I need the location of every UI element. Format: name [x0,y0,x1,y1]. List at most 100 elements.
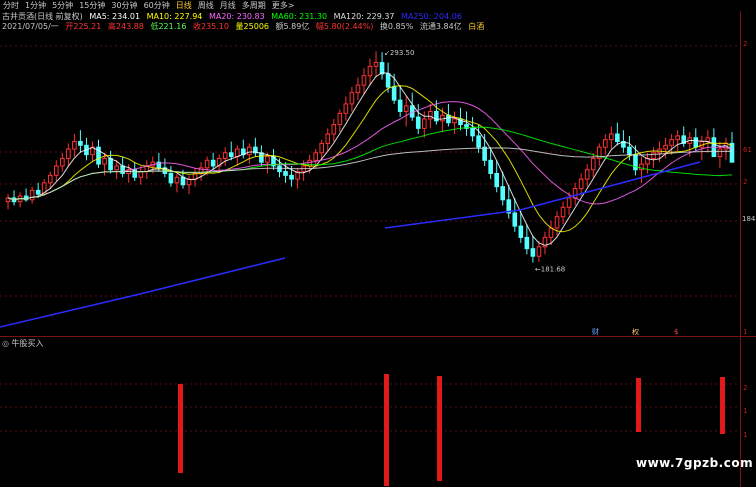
ma60-value: MA60: 231.30 [271,12,328,21]
candle [524,224,530,255]
amount-value: 额5.89亿 [275,22,310,31]
axis-label: 1 [743,328,748,336]
candle [494,160,500,193]
candle [530,235,536,263]
tab-9[interactable]: 多周期 [239,0,269,11]
candle [228,141,234,161]
candle [222,147,228,166]
axis-label: 2 [743,178,748,186]
axis-label: 184 [742,215,756,223]
tab-7[interactable]: 周线 [195,0,217,11]
tab-6[interactable]: 日线 [173,0,195,11]
candle [675,130,680,151]
candle [168,165,174,187]
ma10-value: MA10: 227.94 [146,12,203,21]
candle [584,164,590,187]
candle [198,162,204,181]
signal-chart[interactable] [0,348,740,487]
buy-signal-bar [437,376,442,481]
change-value: 幅5.80(2.44%) [315,22,374,31]
candle [11,190,17,206]
candle [295,167,300,189]
candle [138,165,144,185]
candle [174,173,180,193]
candlestick-chart[interactable]: ↙293.50 ←181.68 财 权 $ [0,32,740,337]
tab-2[interactable]: 5分钟 [49,0,76,11]
watermark: www.7gpzb.com [636,456,754,470]
candle [554,211,560,236]
ma20-value: MA20: 230.83 [208,12,265,21]
candle [609,126,614,150]
tab-10[interactable]: 更多> [269,0,298,11]
candle [542,231,548,255]
candle [355,77,361,101]
candle [464,111,469,136]
stock-name: 古井贡酒(日线 前复权) [2,12,83,21]
candle [253,137,258,157]
candle [53,160,59,181]
candle [108,150,113,174]
sub-panel-name: 牛股买入 [11,339,44,348]
candle [337,109,343,133]
tab-0[interactable]: 分时 [0,0,22,11]
date-value: 2021/07/05/一 [2,22,59,31]
candle [78,130,83,153]
indicator-icon: ◎ [2,339,9,348]
sub-axis-label: 2 [743,384,748,392]
candle [72,134,77,157]
right-price-axis: 2 61 2 184 1 2 1 1 [741,0,756,487]
candle [615,122,620,146]
candle [645,152,650,174]
candle [367,58,373,86]
event-marker: 权 [632,327,639,336]
ma120-value: MA120: 229.37 [333,12,395,21]
candle [373,51,379,78]
candle [651,147,656,168]
candle [681,126,687,148]
low-value: 低221.16 [150,22,187,31]
float-value: 流通3.84亿 [419,22,462,31]
panel-divider [0,336,756,337]
candle [90,141,95,163]
candle [210,152,216,170]
candle [415,103,421,134]
candle [349,87,355,112]
buy-signal-bar [720,377,725,434]
candle [17,192,23,208]
ma-line-ma250 [384,161,701,229]
candle [186,175,192,195]
axis-label: 2 [743,40,748,48]
candle [144,160,150,180]
candle [240,139,246,159]
candle [114,160,119,180]
open-value: 开225.21 [65,22,102,31]
tab-3[interactable]: 15分钟 [76,0,108,11]
candle [711,128,717,158]
ma5-value: MA5: 234.01 [89,12,141,21]
candle [96,139,101,168]
close-value: 收235.10 [193,22,229,31]
candle [331,118,337,142]
candle [452,111,457,134]
candle [5,194,11,210]
candle [729,132,735,163]
event-marker: 财 [592,327,599,336]
period-toolbar: 分时 1分钟 5分钟 15分钟 30分钟 60分钟 日线 周线 月线 多周期 更多> [0,0,756,11]
volume-value: 量25006 [235,22,269,31]
ma-line-ma250 [0,257,286,328]
tab-1[interactable]: 1分钟 [22,0,49,11]
tab-4[interactable]: 30分钟 [108,0,140,11]
ma250-value: MA250: 204.06 [401,12,462,21]
tab-5[interactable]: 60分钟 [141,0,173,11]
low-price-label: ←181.68 [535,265,565,273]
candle [325,128,331,151]
tab-8[interactable]: 月线 [217,0,239,11]
sub-axis-label: 1 [743,431,748,439]
ohlc-info-line: 2021/07/05/一 开225.21 高243.88 低221.16 收23… [2,21,488,32]
candle [60,152,65,172]
candle [572,182,578,206]
candle [548,220,554,245]
candle [596,143,602,166]
candle [23,188,29,202]
candle [66,143,71,166]
